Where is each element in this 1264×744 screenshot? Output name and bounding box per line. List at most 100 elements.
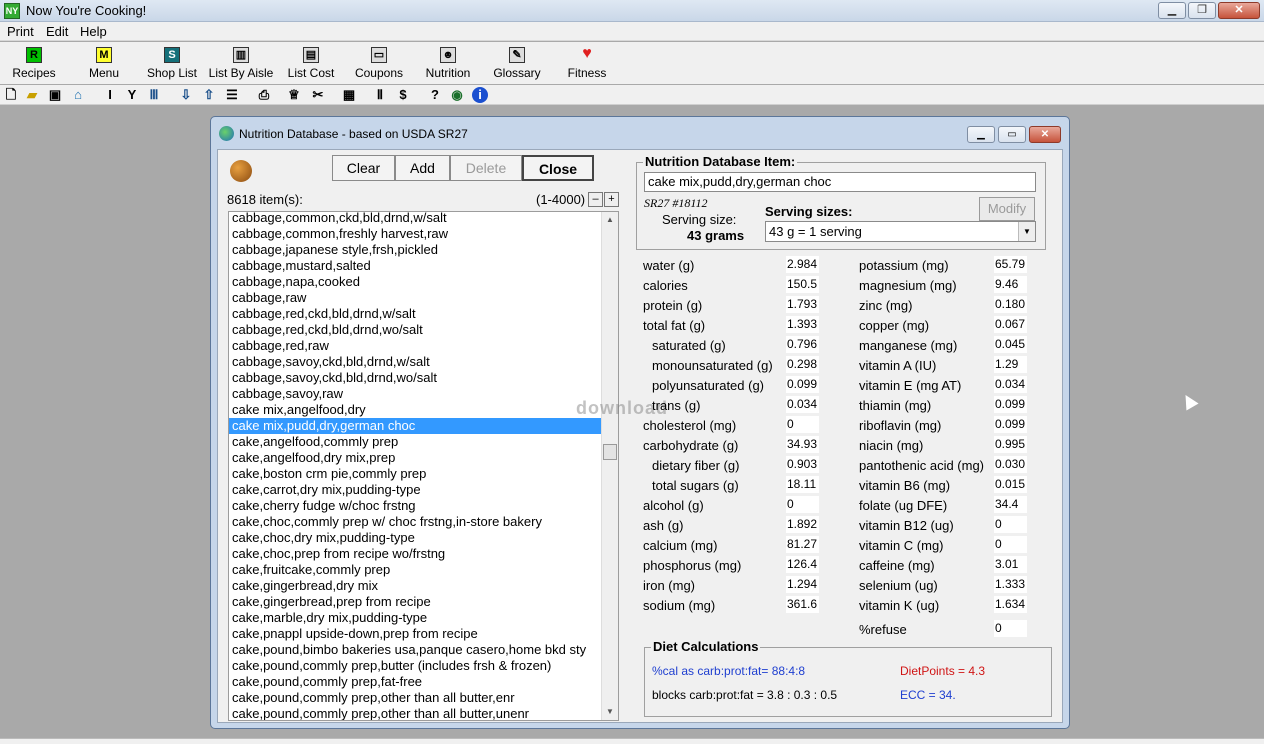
list-cost-button[interactable]: ▤ List Cost (286, 45, 336, 83)
print-icon[interactable]: ⎙ (256, 87, 272, 103)
filter-icon[interactable]: Y (124, 87, 140, 103)
chef-hat-icon[interactable]: ♕ (286, 87, 302, 103)
nutrient-value: 0.796 (786, 336, 819, 353)
add-button[interactable]: Add (395, 155, 450, 181)
list-item[interactable]: cabbage,red,ckd,bld,drnd,w/salt (229, 306, 603, 322)
list-item[interactable]: cake,pound,commly prep,other than all bu… (229, 706, 603, 720)
info-icon[interactable]: i (472, 87, 488, 103)
minimize-button[interactable]: ▁ (1158, 2, 1186, 19)
list-item[interactable]: cake,gingerbread,prep from recipe (229, 594, 603, 610)
pause-icon[interactable]: Ⅱ (372, 87, 388, 103)
coupons-button[interactable]: ▭ Coupons (353, 45, 405, 83)
app-title: Now You're Cooking! (26, 3, 147, 18)
list-by-aisle-label: List By Aisle (208, 66, 274, 80)
nutrient-label: vitamin B12 (ug) (859, 518, 954, 533)
list-item[interactable]: cabbage,savoy,raw (229, 386, 603, 402)
list-item[interactable]: cabbage,common,freshly harvest,raw (229, 226, 603, 242)
export-icon[interactable]: ⇧ (201, 87, 217, 103)
list-item[interactable]: cake,marble,dry mix,pudding-type (229, 610, 603, 626)
list-item[interactable]: cabbage,savoy,ckd,bld,drnd,wo/salt (229, 370, 603, 386)
dialog-close-x-button[interactable]: ✕ (1029, 126, 1061, 143)
diet-points: DietPoints = 4.3 (900, 664, 986, 678)
range-plus-button[interactable]: + (604, 192, 619, 207)
dialog-minimize-button[interactable]: ▁ (967, 126, 995, 143)
menu-help[interactable]: Help (80, 24, 107, 39)
list-item[interactable]: cake,pound,commly prep,other than all bu… (229, 690, 603, 706)
list-item[interactable]: cake,choc,dry mix,pudding-type (229, 530, 603, 546)
dialog-restore-button[interactable]: ▭ (998, 126, 1026, 143)
list-item[interactable]: cake,boston crm pie,commly prep (229, 466, 603, 482)
save-icon[interactable]: ▣ (47, 87, 63, 103)
nutrient-value: 0.045 (994, 336, 1027, 353)
trash-icon[interactable]: ⌂ (70, 87, 86, 103)
list-item[interactable]: cabbage,red,ckd,bld,drnd,wo/salt (229, 322, 603, 338)
food-list-items: cabbage,common,ckd,bld,drnd,w/salt cabbag… (229, 212, 603, 720)
scroll-thumb[interactable] (603, 444, 617, 460)
bar-icon[interactable]: I (102, 87, 118, 103)
recipes-button[interactable]: R Recipes (10, 45, 58, 83)
chef-tools-icon[interactable]: ✂ (310, 87, 326, 103)
close-window-button[interactable]: ✕ (1218, 2, 1260, 19)
edit-list-icon[interactable]: ☰ (224, 87, 240, 103)
menu-print[interactable]: Print (7, 24, 34, 39)
nutrient-label: copper (mg) (859, 318, 930, 333)
nutrition-button[interactable]: ☻ Nutrition (422, 45, 474, 83)
food-list[interactable]: cabbage,common,ckd,bld,drnd,w/salt cabbag… (228, 211, 619, 721)
scroll-down-icon[interactable]: ▼ (602, 704, 618, 720)
list-item[interactable]: cake,carrot,dry mix,pudding-type (229, 482, 603, 498)
list-item[interactable]: cake,cherry fudge w/choc frstng (229, 498, 603, 514)
delete-button[interactable]: Delete (450, 155, 522, 181)
list-item[interactable]: cake,angelfood,dry mix,prep (229, 450, 603, 466)
nutrient-label: vitamin K (ug) (859, 598, 940, 613)
menu-bar: Print Edit Help (0, 22, 1264, 41)
list-item[interactable]: cake,pound,commly prep,butter (includes … (229, 658, 603, 674)
menu-button[interactable]: M Menu (84, 45, 124, 83)
scroll-up-icon[interactable]: ▲ (602, 212, 618, 228)
list-item[interactable]: cabbage,savoy,ckd,bld,drnd,w/salt (229, 354, 603, 370)
ecc-value: ECC = 34. (900, 688, 956, 702)
calculator-icon[interactable]: ▦ (341, 87, 357, 103)
dollar-icon[interactable]: $ (395, 87, 411, 103)
list-by-aisle-icon: ▥ (233, 47, 249, 63)
columns-icon[interactable]: Ⅲ (146, 87, 162, 103)
list-item[interactable]: cake mix,angelfood,dry (229, 402, 603, 418)
menu-edit[interactable]: Edit (46, 24, 68, 39)
app-titlebar: NY Now You're Cooking! ▁ ❐ ✕ (0, 0, 1264, 22)
nutrition-dialog: Nutrition Database - based on USDA SR27 … (210, 116, 1070, 729)
list-item[interactable]: cabbage,napa,cooked (229, 274, 603, 290)
clear-button[interactable]: Clear (332, 155, 395, 181)
list-item[interactable]: cake,fruitcake,commly prep (229, 562, 603, 578)
serving-sizes-select[interactable]: 43 g = 1 serving ▼ (765, 221, 1036, 242)
open-folder-icon[interactable]: ▰ (24, 87, 40, 103)
web-globe-icon[interactable]: ◉ (449, 87, 465, 103)
list-item[interactable]: cabbage,japanese style,frsh,pickled (229, 242, 603, 258)
new-file-icon[interactable]: 🗋 (3, 87, 19, 103)
list-item[interactable]: cake,choc,commly prep w/ choc frstng,in-… (229, 514, 603, 530)
nutrient-value: 34.93 (786, 436, 819, 453)
nutrient-value: 0.030 (994, 456, 1027, 473)
list-item[interactable]: cabbage,red,raw (229, 338, 603, 354)
list-item[interactable]: cake,pnappl upside-down,prep from recipe (229, 626, 603, 642)
modify-button[interactable]: Modify (979, 197, 1035, 221)
fitness-button[interactable]: ♥ Fitness (566, 45, 608, 83)
help-icon[interactable]: ? (427, 87, 443, 103)
list-item[interactable]: cabbage,common,ckd,bld,drnd,w/salt (229, 212, 603, 226)
range-minus-button[interactable]: – (588, 192, 603, 207)
list-item[interactable]: cake,pound,commly prep,fat-free (229, 674, 603, 690)
list-item[interactable]: cabbage,raw (229, 290, 603, 306)
list-item[interactable]: cake,pound,bimbo bakeries usa,panque cas… (229, 642, 603, 658)
item-name-field[interactable]: cake mix,pudd,dry,german choc (644, 172, 1036, 192)
close-button[interactable]: Close (522, 155, 594, 181)
list-item[interactable]: cake,gingerbread,dry mix (229, 578, 603, 594)
shop-list-button[interactable]: S Shop List (146, 45, 198, 83)
list-item[interactable]: cake mix,pudd,dry,german choc (229, 418, 603, 434)
nutrient-value: 1.634 (994, 596, 1027, 613)
list-by-aisle-button[interactable]: ▥ List By Aisle (208, 45, 274, 83)
list-item[interactable]: cake,choc,prep from recipe wo/frstng (229, 546, 603, 562)
glossary-button[interactable]: ✎ Glossary (493, 45, 541, 83)
list-item[interactable]: cabbage,mustard,salted (229, 258, 603, 274)
restore-button[interactable]: ❐ (1188, 2, 1216, 19)
list-item[interactable]: cake,angelfood,commly prep (229, 434, 603, 450)
import-icon[interactable]: ⇩ (178, 87, 194, 103)
list-scrollbar[interactable]: ▲ ▼ (601, 212, 618, 720)
